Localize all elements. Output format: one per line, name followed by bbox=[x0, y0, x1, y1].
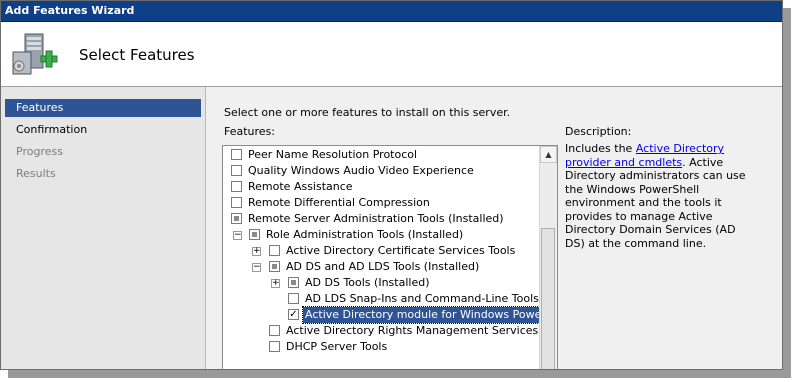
feature-checkbox[interactable] bbox=[269, 325, 280, 336]
expand-icon[interactable]: + bbox=[271, 279, 280, 288]
sidebar-item-features[interactable]: Features bbox=[5, 99, 201, 117]
sidebar-item-label: Confirmation bbox=[16, 123, 88, 136]
tree-item-remote-differential-compression[interactable]: Remote Differential Compression bbox=[223, 195, 539, 211]
page-title: Select Features bbox=[79, 46, 195, 64]
tree-item-role-administration-tools[interactable]: − Role Administration Tools (Installed) bbox=[223, 227, 539, 243]
feature-label: Active Directory module for Windows Powe… bbox=[302, 306, 557, 324]
feature-label: Peer Name Resolution Protocol bbox=[248, 148, 418, 161]
feature-checkbox[interactable] bbox=[269, 245, 280, 256]
sidebar-item-label: Progress bbox=[16, 145, 63, 158]
tree-item-active-directory-rights-management-services-tools[interactable]: Active Directory Rights Management Servi… bbox=[223, 323, 557, 339]
tree-item-quality-windows-audio-video-experience[interactable]: Quality Windows Audio Video Experience bbox=[223, 163, 539, 179]
feature-checkbox[interactable] bbox=[288, 277, 299, 288]
feature-label: DHCP Server Tools bbox=[286, 340, 388, 353]
feature-checkbox[interactable] bbox=[269, 261, 280, 272]
wizard-header: Select Features bbox=[1, 22, 782, 87]
feature-label: AD LDS Snap-Ins and Command-Line Tools bbox=[305, 292, 539, 305]
feature-label: Quality Windows Audio Video Experience bbox=[248, 164, 474, 177]
tree-item-remote-assistance[interactable]: Remote Assistance bbox=[223, 179, 539, 195]
feature-label: AD DS and AD LDS Tools (Installed) bbox=[286, 260, 480, 273]
wizard-window: Add Features Wizard Select Features Feat… bbox=[0, 0, 783, 370]
sidebar-item-progress: Progress bbox=[5, 143, 201, 161]
feature-label: Role Administration Tools (Installed) bbox=[266, 228, 464, 241]
feature-checkbox[interactable] bbox=[231, 181, 242, 192]
tree-item-dhcp-server-tools[interactable]: DHCP Server Tools bbox=[223, 339, 539, 355]
feature-label: Remote Assistance bbox=[248, 180, 353, 193]
feature-label: Remote Differential Compression bbox=[248, 196, 430, 209]
feature-checkbox[interactable] bbox=[288, 293, 299, 304]
instruction-text: Select one or more features to install o… bbox=[224, 106, 511, 119]
sidebar-item-results: Results bbox=[5, 165, 201, 183]
title-bar[interactable]: Add Features Wizard bbox=[1, 1, 782, 22]
feature-checkbox[interactable] bbox=[269, 341, 280, 352]
window-title: Add Features Wizard bbox=[5, 4, 135, 17]
description-prefix: Includes the bbox=[565, 142, 636, 155]
tree-item-ad-lds-snap-ins-and-command-line-tools[interactable]: AD LDS Snap-Ins and Command-Line Tools bbox=[223, 291, 539, 307]
feature-label: Remote Server Administration Tools (Inst… bbox=[248, 212, 504, 225]
main-panel: Select one or more features to install o… bbox=[206, 87, 782, 369]
vertical-scrollbar[interactable]: ▲ bbox=[539, 146, 557, 369]
feature-checkbox[interactable] bbox=[249, 229, 260, 240]
tree-item-ad-ds-tools[interactable]: + AD DS Tools (Installed) bbox=[223, 275, 539, 291]
sidebar-item-confirmation[interactable]: Confirmation bbox=[5, 121, 201, 139]
tree-item-active-directory-module-for-windows-powershell[interactable]: ✓ Active Directory module for Windows Pow… bbox=[223, 306, 557, 324]
sidebar-item-label: Results bbox=[16, 167, 56, 180]
features-tree[interactable]: Peer Name Resolution Protocol Quality Win… bbox=[222, 145, 558, 369]
tree-item-active-directory-certificate-services-tools[interactable]: + Active Directory Certificate Services T… bbox=[223, 243, 539, 259]
feature-label: AD DS Tools (Installed) bbox=[305, 276, 430, 289]
collapse-icon[interactable]: − bbox=[252, 263, 261, 272]
features-label: Features: bbox=[224, 125, 276, 138]
wizard-sidebar: Features Confirmation Progress Results bbox=[1, 87, 206, 369]
feature-checkbox[interactable] bbox=[231, 165, 242, 176]
feature-checkbox[interactable] bbox=[231, 213, 242, 224]
feature-checkbox[interactable] bbox=[231, 149, 242, 160]
server-add-icon bbox=[12, 33, 58, 75]
description-label: Description: bbox=[565, 125, 632, 138]
expand-icon[interactable]: + bbox=[252, 247, 261, 256]
feature-checkbox[interactable] bbox=[231, 197, 242, 208]
description-suffix: . Active Directory administrators can us… bbox=[565, 155, 746, 250]
description-text: Includes the Active Directory provider a… bbox=[565, 142, 755, 250]
feature-label: Active Directory Certificate Services To… bbox=[286, 244, 516, 257]
scroll-thumb[interactable] bbox=[541, 228, 555, 369]
tree-item-ad-ds-and-ad-lds-tools[interactable]: − AD DS and AD LDS Tools (Installed) bbox=[223, 259, 539, 275]
scroll-up-button[interactable]: ▲ bbox=[540, 146, 557, 163]
tree-item-remote-server-administration-tools[interactable]: Remote Server Administration Tools (Inst… bbox=[223, 211, 539, 227]
tree-item-peer-name-resolution-protocol[interactable]: Peer Name Resolution Protocol bbox=[223, 147, 539, 163]
feature-label: Active Directory Rights Management Servi… bbox=[286, 324, 558, 337]
collapse-icon[interactable]: − bbox=[233, 231, 242, 240]
feature-checkbox[interactable]: ✓ bbox=[288, 309, 299, 320]
sidebar-item-label: Features bbox=[16, 101, 64, 114]
